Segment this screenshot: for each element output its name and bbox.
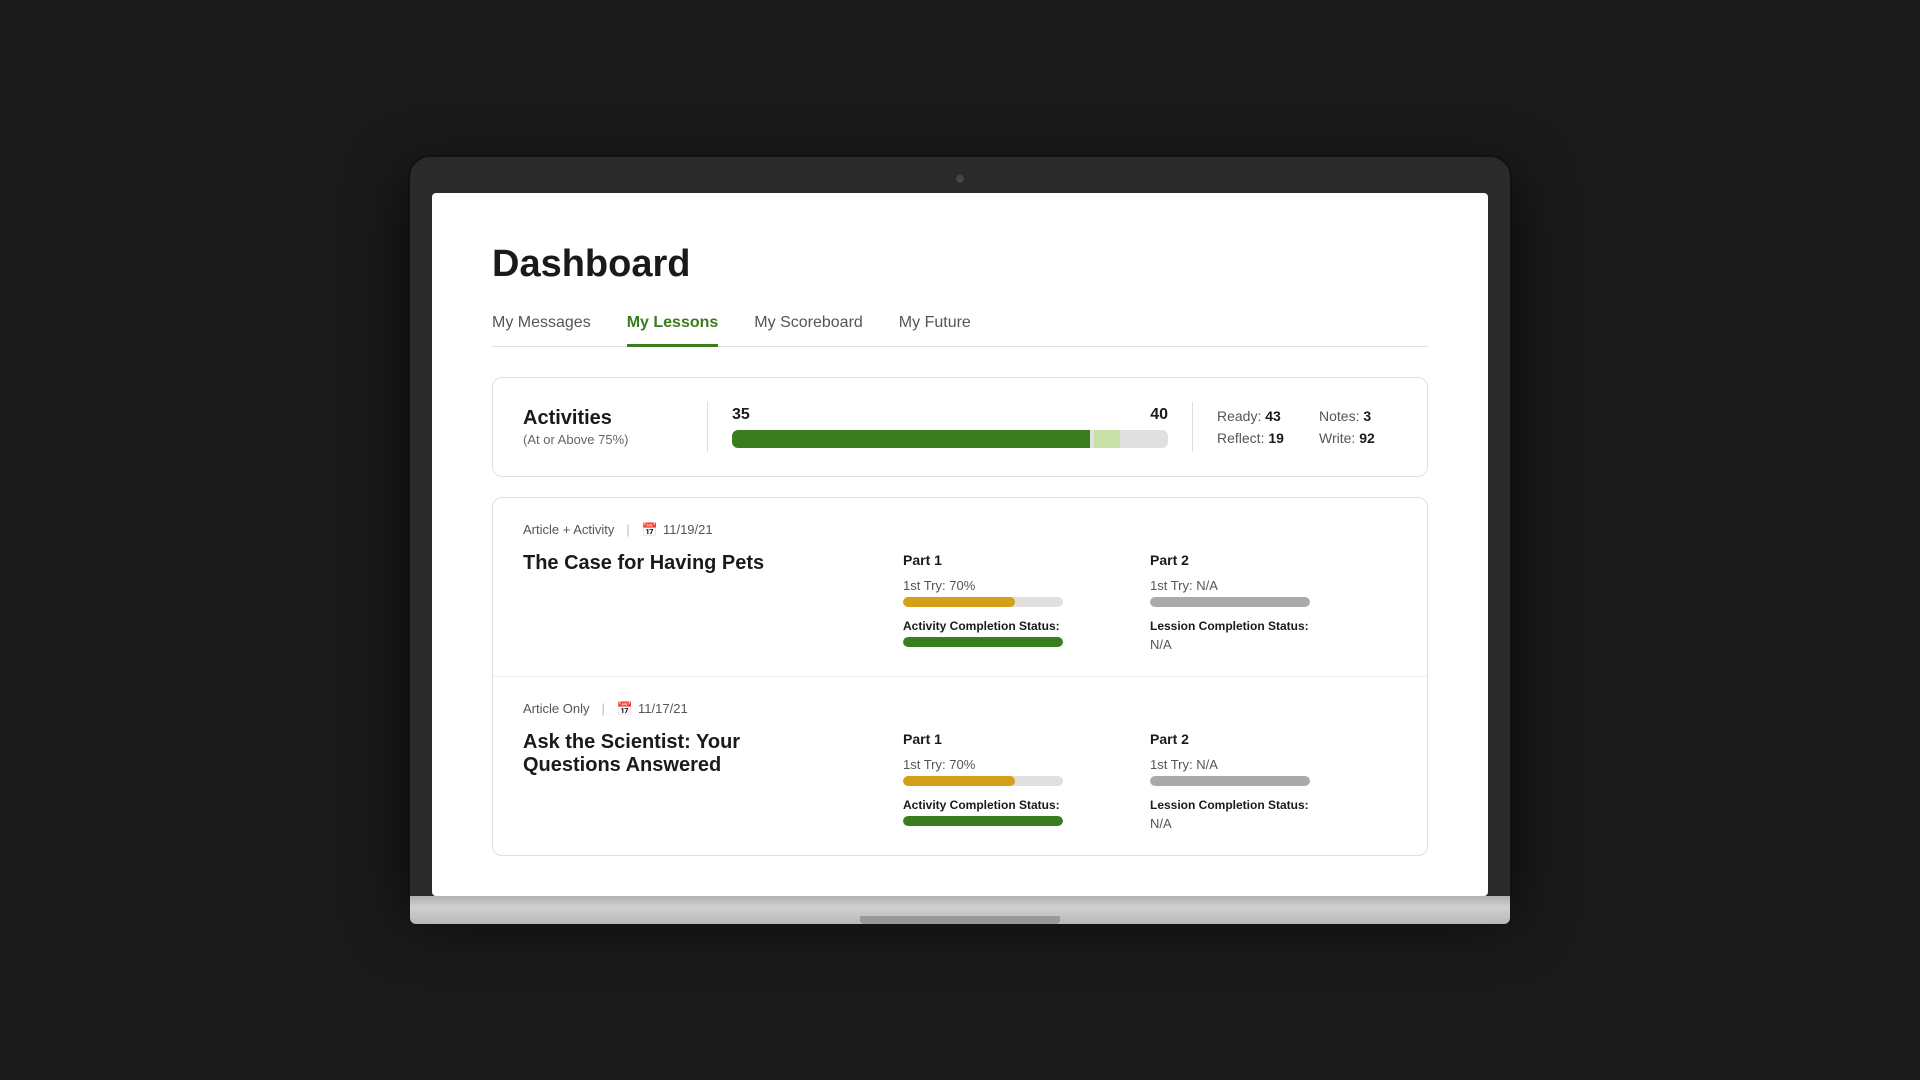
progress-total: 40 bbox=[1150, 406, 1168, 424]
screen-content: Dashboard My Messages My Lessons My Scor… bbox=[432, 193, 1488, 896]
part1-completion-label: Activity Completion Status: bbox=[903, 619, 1130, 633]
lesson-title: Ask the Scientist: Your Questions Answer… bbox=[523, 731, 843, 777]
part2-try-fill bbox=[1150, 776, 1310, 786]
part2-na: N/A bbox=[1150, 816, 1377, 831]
calendar-icon: 📅 bbox=[642, 522, 658, 538]
part2-try-bar bbox=[1150, 776, 1310, 786]
part1-completion-fill bbox=[903, 637, 1063, 647]
lesson-date: 📅 11/17/21 bbox=[617, 701, 688, 717]
lesson-part2: Part 2 1st Try: N/A Lession Completion S… bbox=[1150, 552, 1397, 652]
tab-lessons[interactable]: My Lessons bbox=[627, 314, 719, 347]
lesson-body: Ask the Scientist: Your Questions Answer… bbox=[523, 731, 1397, 831]
part1-label: Part 1 bbox=[903, 731, 1130, 747]
part1-label: Part 1 bbox=[903, 552, 1130, 568]
stat-ready: Ready: 43 bbox=[1217, 408, 1295, 424]
part2-try-fill bbox=[1150, 597, 1310, 607]
tab-future[interactable]: My Future bbox=[899, 314, 971, 347]
part1-completion-bar bbox=[903, 637, 1063, 647]
part1-try-label: 1st Try: 70% bbox=[903, 757, 1130, 772]
part1-try-fill bbox=[903, 776, 1015, 786]
stat-notes: Notes: 3 bbox=[1319, 408, 1397, 424]
lesson-date: 📅 11/19/21 bbox=[642, 522, 713, 538]
lesson-part2: Part 2 1st Try: N/A Lession Completion S… bbox=[1150, 731, 1397, 831]
part2-completion-label: Lession Completion Status: bbox=[1150, 619, 1377, 633]
screen-bezel: Dashboard My Messages My Lessons My Scor… bbox=[410, 157, 1510, 896]
laptop-screen: Dashboard My Messages My Lessons My Scor… bbox=[432, 193, 1488, 896]
laptop-container: Dashboard My Messages My Lessons My Scor… bbox=[410, 157, 1510, 924]
tab-messages[interactable]: My Messages bbox=[492, 314, 591, 347]
activities-divider2 bbox=[1192, 402, 1193, 452]
progress-bar-green bbox=[732, 430, 1090, 448]
part2-try-label: 1st Try: N/A bbox=[1150, 578, 1377, 593]
tab-bar: My Messages My Lessons My Scoreboard My … bbox=[492, 314, 1428, 347]
part1-completion-bar bbox=[903, 816, 1063, 826]
part2-try-bar bbox=[1150, 597, 1310, 607]
part2-label: Part 2 bbox=[1150, 731, 1377, 747]
lesson-title: The Case for Having Pets bbox=[523, 552, 843, 575]
progress-bar-light bbox=[1094, 430, 1120, 448]
lesson-part1: Part 1 1st Try: 70% Activity Completion … bbox=[903, 552, 1150, 652]
stat-reflect: Reflect: 19 bbox=[1217, 430, 1295, 446]
lesson-body: The Case for Having Pets Part 1 1st Try:… bbox=[523, 552, 1397, 652]
lesson-title-col: Ask the Scientist: Your Questions Answer… bbox=[523, 731, 903, 831]
part2-label: Part 2 bbox=[1150, 552, 1377, 568]
part1-completion-label: Activity Completion Status: bbox=[903, 798, 1130, 812]
lesson-part1: Part 1 1st Try: 70% Activity Completion … bbox=[903, 731, 1150, 831]
progress-numbers: 35 40 bbox=[732, 406, 1168, 424]
activities-sublabel: (At or Above 75%) bbox=[523, 432, 683, 447]
lesson-type: Article Only bbox=[523, 701, 589, 716]
activities-divider bbox=[707, 402, 708, 452]
activities-card: Activities (At or Above 75%) 35 40 bbox=[492, 377, 1428, 477]
lesson-row: Article Only | 📅 11/17/21 Ask the Scient… bbox=[493, 677, 1427, 855]
activities-stats: Ready: 43 Notes: 3 Reflect: 19 Write: bbox=[1217, 408, 1397, 446]
page-title: Dashboard bbox=[492, 243, 1428, 286]
calendar-icon: 📅 bbox=[617, 701, 633, 717]
part2-na: N/A bbox=[1150, 637, 1377, 652]
camera bbox=[956, 175, 964, 183]
lessons-card: Article + Activity | 📅 11/19/21 The Case… bbox=[492, 497, 1428, 856]
part1-try-bar bbox=[903, 776, 1063, 786]
lesson-meta: Article Only | 📅 11/17/21 bbox=[523, 701, 1397, 717]
part2-completion-label: Lession Completion Status: bbox=[1150, 798, 1377, 812]
activities-label: Activities bbox=[523, 407, 683, 430]
part2-try-label: 1st Try: N/A bbox=[1150, 757, 1377, 772]
activities-progress: 35 40 bbox=[732, 406, 1168, 448]
lesson-type: Article + Activity bbox=[523, 522, 614, 537]
stat-write: Write: 92 bbox=[1319, 430, 1397, 446]
part1-try-fill bbox=[903, 597, 1015, 607]
lesson-title-col: The Case for Having Pets bbox=[523, 552, 903, 652]
lesson-row: Article + Activity | 📅 11/19/21 The Case… bbox=[493, 498, 1427, 677]
part1-try-label: 1st Try: 70% bbox=[903, 578, 1130, 593]
tab-scoreboard[interactable]: My Scoreboard bbox=[754, 314, 863, 347]
progress-bar-track bbox=[732, 430, 1168, 448]
activities-left: Activities (At or Above 75%) bbox=[523, 407, 683, 447]
progress-current: 35 bbox=[732, 406, 750, 424]
part1-completion-fill bbox=[903, 816, 1063, 826]
lesson-meta: Article + Activity | 📅 11/19/21 bbox=[523, 522, 1397, 538]
part1-try-bar bbox=[903, 597, 1063, 607]
laptop-base bbox=[410, 896, 1510, 924]
